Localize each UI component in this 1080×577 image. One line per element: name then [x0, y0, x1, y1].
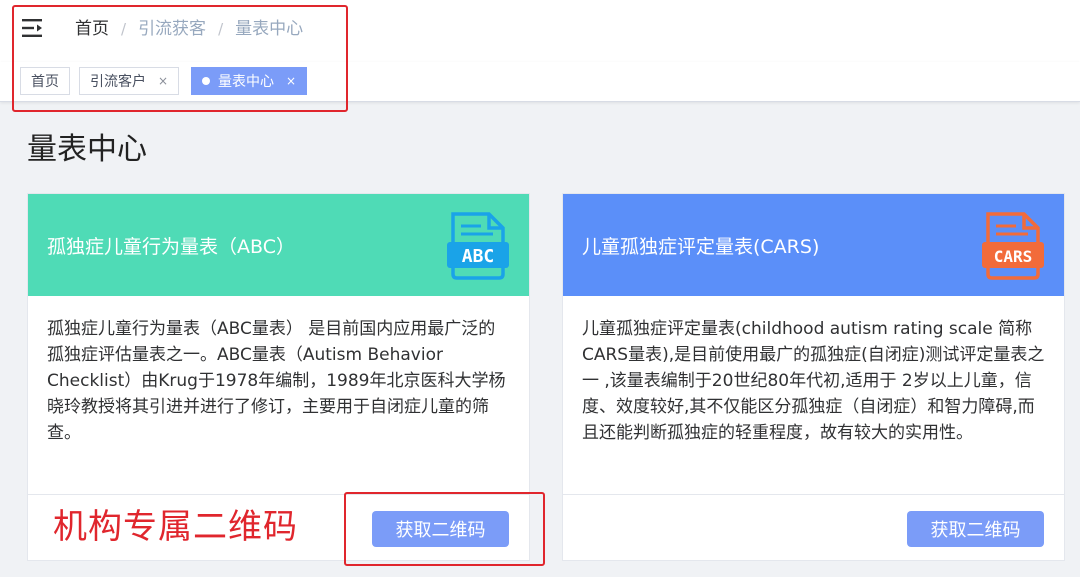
card-description: 孤独症儿童行为量表（ABC量表） 是目前国内应用最广泛的孤独症评估量表之一。AB…	[47, 319, 506, 443]
card-title: 孤独症儿童行为量表（ABC）	[47, 235, 295, 258]
highlight-box-header	[12, 5, 348, 112]
page-title: 量表中心	[27, 132, 147, 167]
highlight-box-button	[344, 492, 545, 566]
annotation-text: 机构专属二维码	[53, 507, 298, 547]
icon-text: CARS	[994, 247, 1033, 266]
icon-text: ABC	[462, 246, 495, 267]
card-description: 儿童孤独症评定量表(childhood autism rating scale …	[582, 319, 1045, 443]
cars-document-icon: CARS	[982, 212, 1044, 280]
card-title: 儿童孤独症评定量表(CARS)	[582, 235, 820, 258]
card-header: 孤独症儿童行为量表（ABC） ABC	[28, 194, 529, 296]
scale-card-cars: 儿童孤独症评定量表(CARS) CARS 儿童孤独症评定量表(childhood…	[562, 193, 1065, 561]
abc-document-icon: ABC	[447, 212, 509, 280]
card-footer: 获取二维码	[563, 494, 1064, 560]
card-header: 儿童孤独症评定量表(CARS) CARS	[563, 194, 1064, 296]
get-qrcode-button[interactable]: 获取二维码	[907, 511, 1044, 547]
